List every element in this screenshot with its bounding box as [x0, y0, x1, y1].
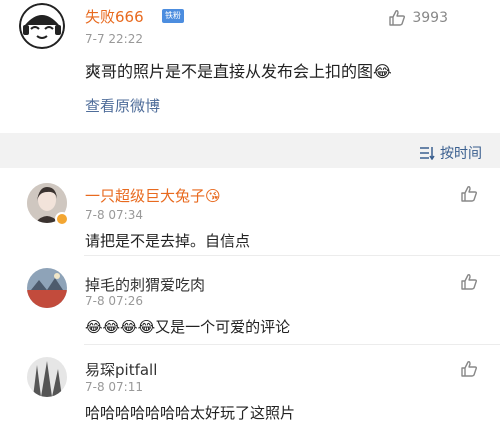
- thumbs-up-icon: [389, 10, 406, 26]
- fan-badge: 铁粉: [162, 9, 184, 23]
- avatar[interactable]: [27, 268, 67, 308]
- view-original-link[interactable]: 查看原微博: [85, 95, 160, 116]
- thumbs-up-icon: [461, 274, 478, 290]
- comment-username[interactable]: 一只超级巨大兔子😘: [85, 185, 221, 206]
- original-comment: 失败666 铁粉 7-7 22:22 爽哥的照片是不是直接从发布会上扣的图😂 3…: [0, 0, 500, 133]
- post-time: 7-7 22:22: [85, 32, 143, 46]
- comment-item: 一只超级巨大兔子😘 7-8 07:34 请把是不是去掉。自信点: [0, 168, 500, 254]
- comment-item: 掉毛的刺猬爱吃肉 7-8 07:26 😂😂😂😂又是一个可爱的评论: [0, 256, 500, 344]
- sort-icon: [420, 147, 435, 160]
- like-button[interactable]: 3993: [388, 9, 448, 27]
- comment-text: 哈哈哈哈哈哈哈太好玩了这照片: [85, 404, 296, 422]
- comment-text: 请把是不是去掉。自信点: [85, 232, 251, 250]
- like-button[interactable]: [460, 360, 478, 378]
- thumbs-up-icon: [461, 361, 478, 377]
- comment-text: 😂😂😂😂又是一个可爱的评论: [85, 318, 291, 336]
- comment-username[interactable]: 掉毛的刺猬爱吃肉: [85, 274, 205, 295]
- comment-item: 易琛pitfall 7-8 07:11 哈哈哈哈哈哈哈太好玩了这照片: [0, 345, 500, 431]
- profile-photo-icon: [27, 268, 67, 308]
- cartoon-avatar-icon: [19, 3, 65, 49]
- sort-label: 按时间: [440, 146, 482, 162]
- avatar[interactable]: [19, 3, 65, 49]
- like-button[interactable]: [460, 273, 478, 291]
- comment-time: 7-8 07:26: [85, 294, 143, 308]
- avatar[interactable]: [27, 357, 67, 397]
- profile-photo-icon: [27, 357, 67, 397]
- like-button[interactable]: [460, 185, 478, 203]
- like-count: 3993: [412, 10, 448, 26]
- thumbs-up-icon: [461, 186, 478, 202]
- sort-by-time-button[interactable]: 按时间: [419, 143, 482, 163]
- comment-username[interactable]: 易琛pitfall: [85, 359, 157, 380]
- vip-badge-icon: [55, 212, 69, 226]
- comment-time: 7-8 07:11: [85, 380, 143, 394]
- comment-time: 7-8 07:34: [85, 208, 143, 222]
- post-text: 爽哥的照片是不是直接从发布会上扣的图😂: [85, 62, 392, 81]
- post-username[interactable]: 失败666: [85, 6, 144, 27]
